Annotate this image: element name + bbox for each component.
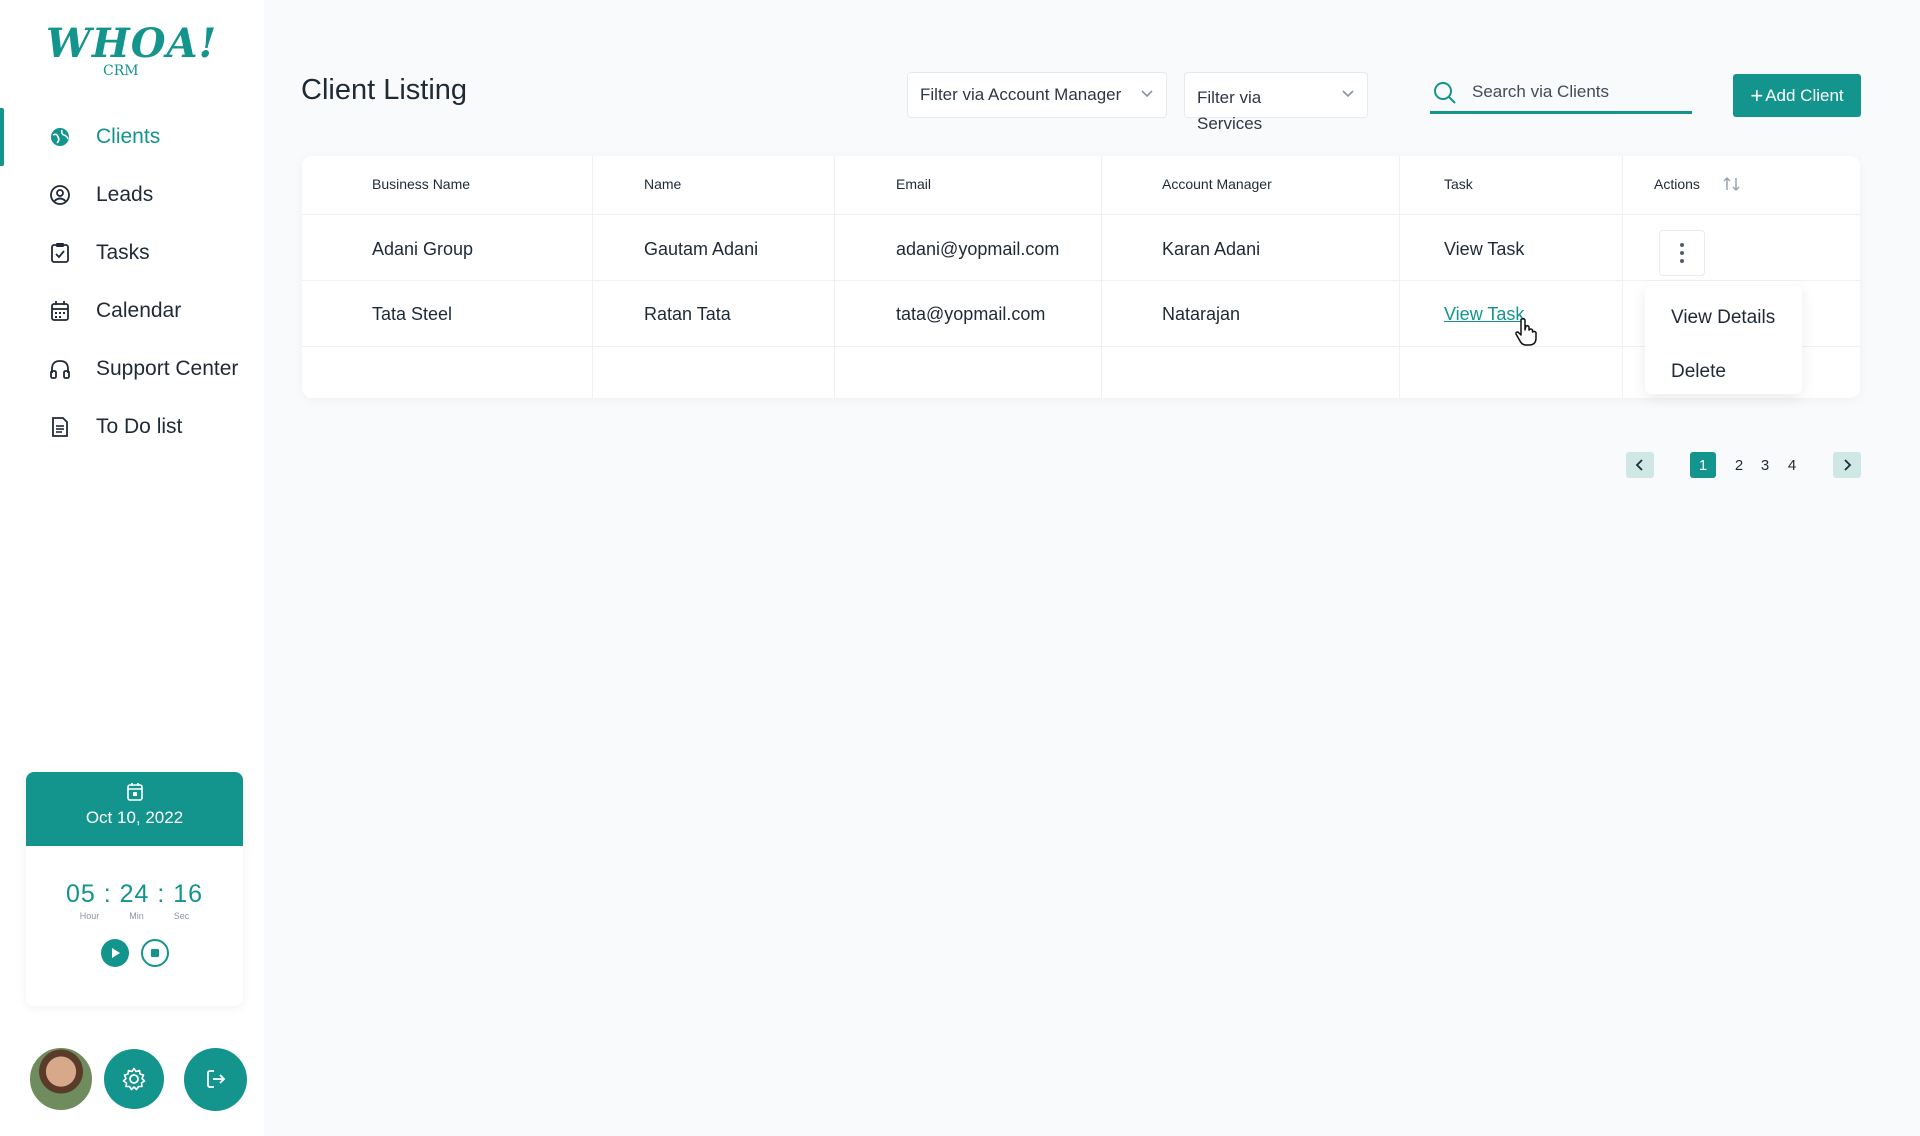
cell-business-name: Tata Steel xyxy=(372,304,453,324)
settings-button[interactable] xyxy=(104,1049,164,1109)
chevron-down-icon xyxy=(1342,90,1354,98)
chevron-left-icon xyxy=(1635,459,1643,471)
sidebar-item-label: Support Center xyxy=(96,357,239,380)
gear-icon xyxy=(122,1067,146,1091)
sidebar-item-clients[interactable]: Clients xyxy=(0,108,264,166)
timer-clock: 05 : 24 : 16 xyxy=(65,880,204,908)
document-icon xyxy=(48,415,72,439)
sidebar-item-label: Clients xyxy=(96,125,161,148)
cell-account-manager: Natarajan xyxy=(1162,304,1241,324)
timer-units: Hour Min Sec xyxy=(26,911,243,921)
sidebar-item-leads[interactable]: Leads xyxy=(0,166,264,224)
hour-label: Hour xyxy=(79,911,100,921)
headphones-icon xyxy=(48,357,72,381)
search-input[interactable] xyxy=(1472,80,1682,104)
sidebar-nav: Clients Leads Tasks Calendar Support Cen… xyxy=(0,108,264,456)
sec-label: Sec xyxy=(173,911,190,921)
column-divider xyxy=(834,156,835,398)
chevron-right-icon xyxy=(1844,459,1852,471)
account-manager-filter-label: Filter via Account Manager xyxy=(920,85,1122,104)
prev-page-button[interactable] xyxy=(1626,452,1654,478)
column-divider xyxy=(1622,156,1623,398)
time-tracker-card: Oct 10, 2022 05 : 24 : 16 Hour Min Sec xyxy=(26,772,243,1006)
sidebar-item-label: Leads xyxy=(96,183,154,206)
search-icon xyxy=(1434,82,1456,104)
sidebar-item-support-center[interactable]: Support Center xyxy=(0,340,264,398)
page-3-button[interactable]: 3 xyxy=(1752,452,1778,478)
column-header-business-name: Business Name xyxy=(372,176,471,192)
user-circle-icon xyxy=(48,183,72,207)
avatar[interactable] xyxy=(28,1046,94,1112)
logout-button[interactable] xyxy=(184,1047,247,1111)
column-divider xyxy=(1399,156,1400,398)
view-details-menu-item[interactable]: View Details xyxy=(1671,307,1775,329)
view-task-link[interactable]: View Task xyxy=(1444,239,1524,260)
client-search xyxy=(1430,76,1692,114)
account-manager-filter[interactable]: Filter via Account Manager xyxy=(907,72,1167,118)
min-label: Min xyxy=(129,911,144,921)
hand-cursor-icon xyxy=(1515,317,1537,346)
play-icon xyxy=(111,948,120,958)
row-actions-button[interactable] xyxy=(1659,230,1705,276)
column-header-name: Name xyxy=(644,176,682,192)
clipboard-check-icon xyxy=(48,241,72,265)
next-page-button[interactable] xyxy=(1833,452,1861,478)
column-header-email: Email xyxy=(896,176,932,192)
kebab-dot xyxy=(1680,259,1684,263)
calendar-small-icon xyxy=(26,772,243,804)
timer-date: Oct 10, 2022 xyxy=(85,808,184,827)
calendar-icon xyxy=(48,299,72,323)
stop-button[interactable] xyxy=(140,939,169,967)
row-divider xyxy=(302,346,1860,347)
plus-icon: + xyxy=(1750,82,1764,108)
cell-email: tata@yopmail.com xyxy=(896,304,1046,324)
kebab-dot xyxy=(1680,243,1684,247)
sidebar-item-label: Calendar xyxy=(96,299,182,322)
services-filter-label-line2: Services xyxy=(1197,114,1263,133)
services-filter[interactable]: Filter via Services xyxy=(1184,72,1368,133)
logo-text: WHOA! xyxy=(46,20,218,67)
column-divider xyxy=(1101,156,1102,398)
sidebar-footer xyxy=(28,1046,247,1112)
sidebar-item-calendar[interactable]: Calendar xyxy=(0,282,264,340)
delete-menu-item[interactable]: Delete xyxy=(1671,361,1726,383)
client-table: Business Name Name Email Account Manager… xyxy=(302,156,1860,398)
cell-name: Gautam Adani xyxy=(644,239,759,259)
sidebar-item-label: To Do list xyxy=(96,415,183,438)
page-2-button[interactable]: 2 xyxy=(1726,452,1752,478)
column-header-actions: Actions xyxy=(1654,176,1700,192)
cell-name: Ratan Tata xyxy=(644,304,731,324)
row-divider xyxy=(302,214,1860,215)
sidebar-item-to-do-list[interactable]: To Do list xyxy=(0,398,264,456)
page-title: Client Listing xyxy=(301,74,468,106)
sidebar: WHOA! CRM Clients Leads Tasks Calendar S… xyxy=(0,0,264,1136)
add-client-label: Add Client xyxy=(1765,85,1844,105)
logout-icon xyxy=(206,1070,225,1088)
whoa-crm-logo[interactable]: WHOA! CRM xyxy=(46,20,216,82)
cell-business-name: Adani Group xyxy=(372,239,474,259)
column-header-task: Task xyxy=(1444,176,1473,192)
column-divider xyxy=(592,156,593,398)
stop-icon xyxy=(150,949,159,957)
page-4-button[interactable]: 4 xyxy=(1779,452,1805,478)
cell-email: adani@yopmail.com xyxy=(896,239,1060,259)
sort-icon[interactable] xyxy=(1722,175,1742,193)
sidebar-item-label: Tasks xyxy=(96,241,150,264)
view-task-link[interactable]: View Task xyxy=(1444,304,1524,325)
row-divider xyxy=(302,280,1860,281)
page-1-button[interactable]: 1 xyxy=(1690,452,1716,478)
play-button[interactable] xyxy=(100,939,129,967)
kebab-dot xyxy=(1680,251,1684,255)
logo-subtext: CRM xyxy=(103,63,139,79)
chevron-down-icon xyxy=(1141,90,1153,98)
row-actions-menu: View Details Delete xyxy=(1645,286,1802,394)
column-header-account-manager: Account Manager xyxy=(1162,176,1272,192)
timer-header: Oct 10, 2022 xyxy=(26,772,243,846)
globe-icon xyxy=(48,125,72,149)
sidebar-item-tasks[interactable]: Tasks xyxy=(0,224,264,282)
timer-controls xyxy=(26,939,243,967)
add-client-button[interactable]: + Add Client xyxy=(1733,74,1861,117)
cell-account-manager: Karan Adani xyxy=(1162,239,1261,259)
